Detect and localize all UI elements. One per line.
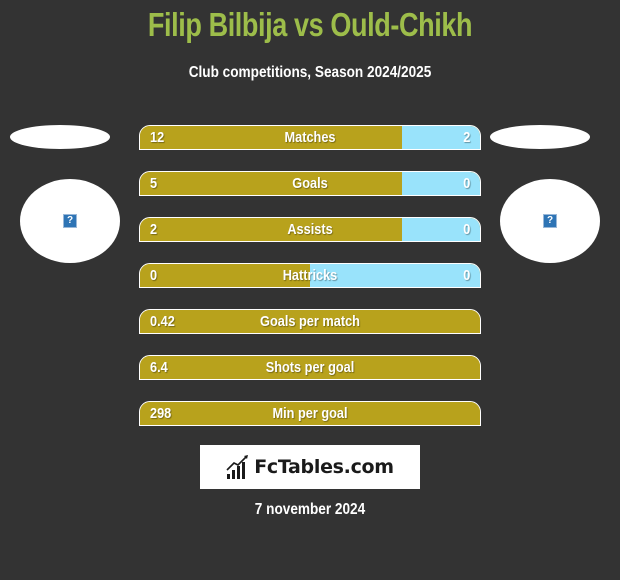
stat-row-shots-per-goal: 6.4 Shots per goal [139, 355, 481, 380]
stat-label: Shots per goal [265, 359, 355, 376]
competition-subtitle: Club competitions, Season 2024/2025 [188, 64, 432, 81]
right-player-name-placeholder [490, 125, 590, 149]
logo-text: FcTables.com [254, 456, 394, 478]
right-value: 0 [462, 175, 470, 192]
right-value: 0 [462, 221, 470, 238]
stat-label: Goals [292, 175, 328, 192]
stat-label: Goals per match [260, 313, 360, 330]
stat-row-assists: 2 Assists 0 [139, 217, 481, 242]
question-mark-icon: ? [543, 214, 557, 228]
stat-row-goals: 5 Goals 0 [139, 171, 481, 196]
left-value: 12 [150, 129, 165, 146]
page-title: Filip Bilbija vs Ould-Chikh [147, 6, 473, 43]
stat-row-min-per-goal: 298 Min per goal [139, 401, 481, 426]
stat-label: Hattricks [282, 267, 338, 284]
date-label: 7 november 2024 [254, 501, 366, 518]
left-player-avatar: ? [20, 179, 120, 263]
fctables-logo[interactable]: FcTables.com [200, 445, 420, 489]
stat-row-hattricks: 0 Hattricks 0 [139, 263, 481, 288]
left-value: 5 [150, 175, 158, 192]
stat-label: Assists [287, 221, 333, 238]
right-value: 2 [462, 129, 470, 146]
right-value: 0 [462, 267, 470, 284]
stat-row-matches: 12 Matches 2 [139, 125, 481, 150]
left-value: 0 [150, 267, 158, 284]
left-player-name-placeholder [10, 125, 110, 149]
bar-chart-icon [226, 455, 249, 479]
stat-row-goals-per-match: 0.42 Goals per match [139, 309, 481, 334]
right-player-avatar: ? [500, 179, 600, 263]
stat-label: Min per goal [272, 405, 348, 422]
left-value: 2 [150, 221, 158, 238]
question-mark-icon: ? [63, 214, 77, 228]
stat-label: Matches [284, 129, 336, 146]
